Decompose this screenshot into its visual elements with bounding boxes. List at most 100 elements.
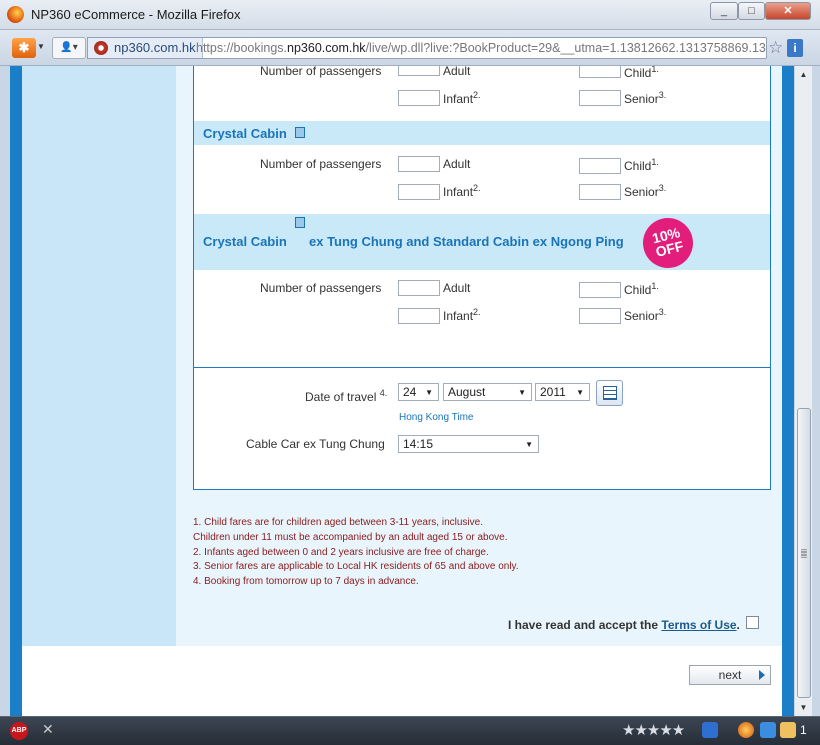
cable-car-time-select[interactable]: 14:15 ▼ [398, 435, 539, 453]
firefox-menu-dropdown-icon[interactable]: ▼ [37, 42, 45, 51]
url-domain: np360.com.hk [287, 41, 366, 55]
close-button[interactable]: ✕ [765, 2, 811, 20]
navigation-toolbar: ✱ ▼ 👤▾ np360.com.hk https://bookings.np3… [0, 30, 820, 66]
adblock-plus-icon[interactable]: ABP [10, 722, 28, 740]
adult-input-1[interactable] [398, 66, 440, 76]
terms-checkbox[interactable] [746, 616, 759, 629]
window-right-frame [812, 66, 820, 716]
combo-title-part1: Crystal Cabin [203, 234, 287, 249]
footnote-children-accompanied: Children under 11 must be accompanied by… [193, 532, 508, 543]
child-input-2[interactable] [579, 158, 621, 174]
arrow-right-icon [759, 670, 765, 680]
infant-label-1: Infant2. [443, 90, 481, 106]
address-bar[interactable]: np360.com.hk https://bookings.np360.com.… [87, 37, 767, 59]
senior-label-text-1: Senior [624, 92, 659, 106]
adult-label-3: Adult [443, 281, 471, 295]
combo-title-part2: ex Tung Chung and Standard Cabin ex Ngon… [309, 234, 624, 249]
adult-label-1: Adult [443, 66, 471, 78]
left-sidebar [22, 66, 176, 646]
senior-label-1: Senior3. [624, 90, 666, 106]
minimize-button[interactable]: _ [710, 2, 738, 20]
scrollbar-thumb[interactable]: ═ ═ ═ [797, 408, 811, 698]
child-label-text-3: Child [624, 283, 652, 297]
site-identity-label: np360.com.hk [114, 40, 196, 55]
child-label-3: Child1. [624, 281, 659, 297]
infant-note-3: 2. [473, 307, 481, 317]
senior-input-1[interactable] [579, 90, 621, 106]
window-title: NP360 eCommerce - Mozilla Firefox [31, 7, 241, 22]
page-viewport: Number of passengers Adult Child1. Infan… [10, 66, 794, 716]
addon-icon[interactable] [702, 722, 718, 738]
senior-note-2: 3. [658, 183, 667, 193]
terms-acceptance-text: I have read and accept the Terms of Use. [508, 618, 740, 632]
infant-label-2: Infant2. [443, 183, 481, 199]
firefox-status-icon[interactable] [738, 722, 754, 738]
maximize-button[interactable]: □ [738, 2, 765, 20]
senior-note-3: 3. [658, 307, 667, 317]
vertical-scrollbar[interactable]: ▲ ═ ═ ═ ▼ [794, 66, 812, 716]
senior-input-3[interactable] [579, 308, 621, 324]
firefox-menu-button[interactable]: ✱ [12, 38, 36, 58]
terms-text: I have read and accept the [508, 618, 659, 632]
bookmark-star-icon[interactable]: ☆ [768, 38, 783, 58]
child-input-1[interactable] [579, 66, 621, 78]
chevron-down-icon: ▼ [518, 388, 526, 397]
date-of-travel-label: Date of travel 4. [305, 388, 387, 404]
next-button-label: next [718, 668, 742, 682]
footnote-seniors: 3. Senior fares are applicable to Local … [193, 561, 519, 572]
travel-month-select[interactable]: August ▼ [443, 383, 532, 401]
travel-month-value: August [448, 385, 486, 399]
senior-note-1: 3. [658, 90, 667, 100]
site-favicon-icon [94, 41, 108, 55]
senior-label-3: Senior3. [624, 307, 666, 323]
child-note-2: 1. [651, 157, 659, 167]
child-input-3[interactable] [579, 282, 621, 298]
url-text[interactable]: https://bookings.np360.com.hk/live/wp.dl… [196, 38, 767, 58]
senior-input-2[interactable] [579, 184, 621, 200]
cable-car-label: Cable Car ex Tung Chung [246, 437, 385, 451]
terms-of-use-link[interactable]: Terms of Use [661, 618, 736, 632]
travel-day-select[interactable]: 24 ▼ [398, 383, 439, 401]
hong-kong-time-note: Hong Kong Time [399, 412, 474, 423]
adult-input-2[interactable] [398, 156, 440, 172]
footnote-child-fares: 1. Child fares are for children aged bet… [193, 517, 483, 528]
child-note-1: 1. [651, 66, 659, 74]
cable-car-time-value: 14:15 [403, 437, 434, 451]
scroll-down-arrow-icon[interactable]: ▼ [795, 699, 812, 716]
infant-note-1: 2. [473, 90, 481, 100]
infant-input-1[interactable] [398, 90, 440, 106]
combo-info-icon[interactable] [295, 217, 305, 228]
scroll-up-arrow-icon[interactable]: ▲ [795, 66, 812, 83]
notification-count: 1 [800, 723, 807, 737]
adult-input-3[interactable] [398, 280, 440, 296]
site-identity-button[interactable]: np360.com.hk [88, 38, 203, 58]
child-label-1: Child1. [624, 66, 659, 80]
chevron-down-icon: ▼ [425, 388, 433, 397]
infant-label-text-3: Infant [443, 309, 474, 323]
left-blue-border [10, 66, 22, 716]
person-icon[interactable] [760, 722, 776, 738]
chevron-down-icon: ▼ [525, 440, 533, 449]
footnote-infants: 2. Infants aged between 0 and 2 years in… [193, 547, 489, 558]
page-info-icon[interactable]: i [787, 39, 803, 57]
window-titlebar: NP360 eCommerce - Mozilla Firefox _ □ ✕ [0, 0, 820, 30]
calendar-icon [603, 386, 617, 400]
infant-input-3[interactable] [398, 308, 440, 324]
calendar-button[interactable] [596, 380, 623, 406]
close-icon[interactable]: ✕ [42, 721, 54, 738]
chevron-down-icon: ▼ [576, 388, 584, 397]
mail-icon[interactable] [780, 722, 796, 738]
next-button[interactable]: next [689, 665, 771, 685]
infant-label-text-2: Infant [443, 185, 474, 199]
crystal-cabin-info-icon[interactable] [295, 127, 305, 138]
section-divider [194, 367, 770, 368]
infant-input-2[interactable] [398, 184, 440, 200]
travel-year-select[interactable]: 2011 ▼ [535, 383, 590, 401]
right-blue-border [782, 66, 794, 716]
url-suffix: /live/wp.dll?live:?BookProduct=29&__utma… [365, 41, 767, 55]
user-identity-button[interactable]: 👤▾ [52, 37, 86, 59]
passengers-label-2: Number of passengers [260, 157, 382, 171]
date-of-travel-text: Date of travel [305, 390, 377, 404]
terms-period: . [736, 618, 740, 632]
rating-stars-icon[interactable]: ★★★★★ [622, 721, 685, 739]
